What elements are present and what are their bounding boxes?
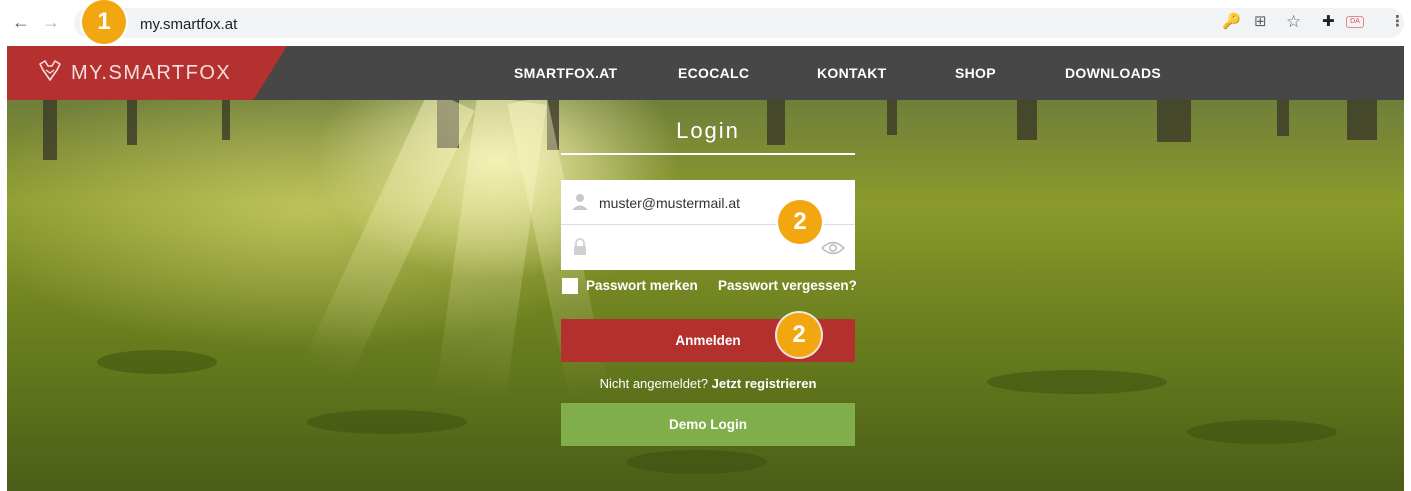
site-header: MY.SMARTFOX SMARTFOX.AT ECOCALC KONTAKT …	[7, 46, 1404, 100]
tree-trunk	[127, 100, 137, 145]
grass-tuft	[1187, 420, 1337, 444]
tree-trunk	[1347, 100, 1377, 140]
tree-trunk	[1277, 100, 1289, 136]
tree-trunk	[1017, 100, 1037, 140]
address-bar[interactable]	[74, 8, 1404, 38]
tree-trunk	[222, 100, 230, 140]
register-prefix: Nicht angemeldet?	[599, 376, 708, 391]
remember-password-label[interactable]: Passwort merken	[586, 278, 698, 293]
logo-banner[interactable]: MY.SMARTFOX	[7, 46, 287, 100]
extension-badge-icon[interactable]: DA	[1346, 16, 1364, 28]
tree-trunk	[887, 100, 897, 135]
forward-arrow-icon[interactable]: →	[42, 13, 60, 31]
grass-tuft	[97, 350, 217, 374]
show-password-eye-icon[interactable]	[821, 240, 845, 256]
title-divider	[561, 153, 855, 155]
translate-icon[interactable]: ⊞	[1254, 13, 1267, 31]
nav-kontakt[interactable]: KONTAKT	[817, 65, 887, 81]
annotation-marker-2-login: 2	[777, 313, 821, 357]
annotation-marker-2-credentials: 2	[778, 200, 822, 244]
register-link[interactable]: Jetzt registrieren	[712, 376, 817, 391]
demo-login-button[interactable]: Demo Login	[561, 403, 855, 446]
grass-tuft	[307, 410, 467, 434]
fox-logo-icon	[39, 60, 61, 81]
grass-tuft	[627, 450, 767, 474]
browser-menu-icon[interactable]: ⋮	[1390, 13, 1405, 31]
tree-trunk	[1157, 100, 1191, 142]
lock-icon	[574, 238, 586, 255]
forgot-password-link[interactable]: Passwort vergessen?	[718, 278, 857, 293]
back-arrow-icon[interactable]: ←	[12, 13, 30, 31]
grass-tuft	[987, 370, 1167, 394]
nav-ecocalc[interactable]: ECOCALC	[678, 65, 749, 81]
user-icon	[572, 194, 588, 210]
bookmark-star-icon[interactable]: ☆	[1286, 13, 1301, 31]
password-key-icon[interactable]: 🔑	[1222, 13, 1241, 31]
register-prompt: Nicht angemeldet? Jetzt registrieren	[561, 376, 855, 391]
login-title: Login	[676, 118, 740, 143]
nav-shop[interactable]: SHOP	[955, 65, 996, 81]
browser-toolbar: ← → my.smartfox.at 🔑 ⊞ ☆ ✚ DA ⋮	[0, 0, 1411, 46]
tree-trunk	[43, 100, 57, 160]
logo-text: MY.SMARTFOX	[71, 62, 232, 84]
password-input[interactable]	[599, 225, 809, 270]
annotation-marker-1: 1	[82, 0, 126, 44]
nav-smartfox-at[interactable]: SMARTFOX.AT	[514, 65, 617, 81]
remember-password-checkbox[interactable]	[562, 278, 578, 294]
extensions-puzzle-icon[interactable]: ✚	[1322, 13, 1335, 31]
address-url[interactable]: my.smartfox.at	[140, 16, 237, 33]
nav-downloads[interactable]: DOWNLOADS	[1065, 65, 1161, 81]
